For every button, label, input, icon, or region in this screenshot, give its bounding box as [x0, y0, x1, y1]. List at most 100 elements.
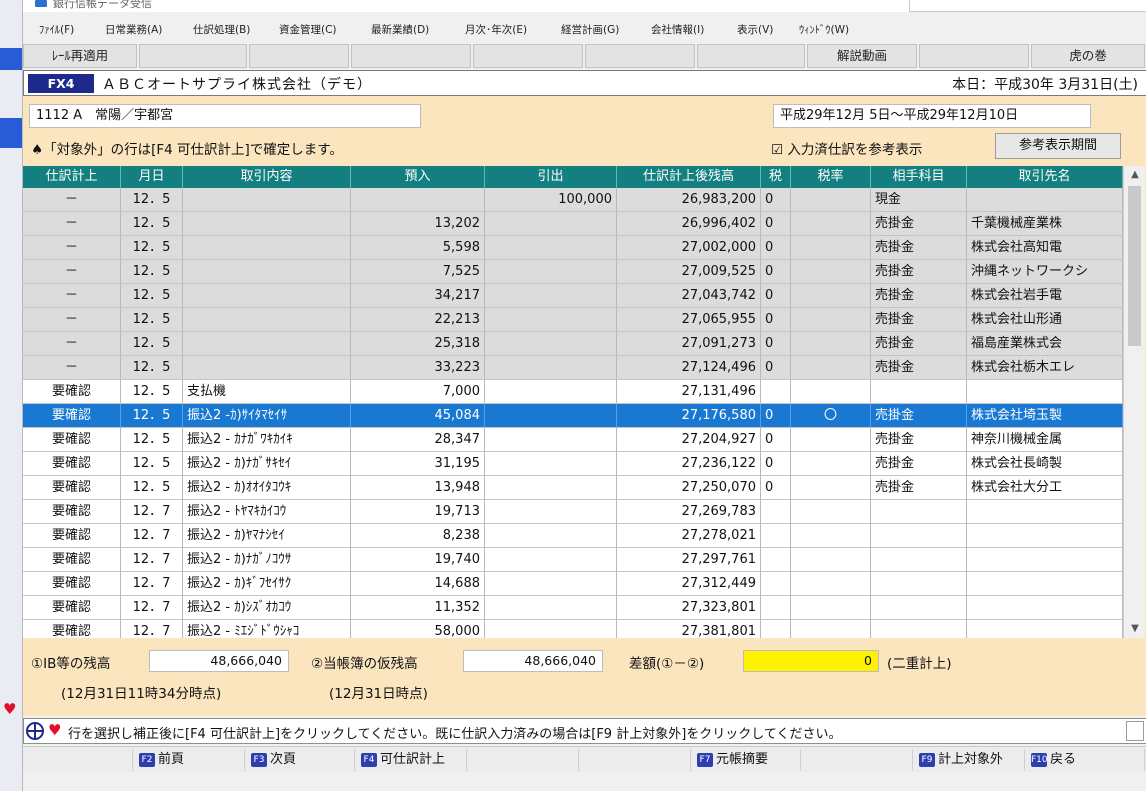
cell-acct[interactable] [871, 500, 967, 524]
cell-acct[interactable] [871, 596, 967, 620]
cell-deposit[interactable]: 11,352 [351, 596, 485, 620]
cell-withdraw[interactable] [485, 620, 617, 638]
cell-acct[interactable]: 売掛金 [871, 212, 967, 236]
cell-withdraw[interactable] [485, 332, 617, 356]
cell-desc[interactable] [183, 188, 351, 212]
cell-partner[interactable]: 株式会社長崎製 [967, 452, 1123, 476]
cell-status[interactable]: － [23, 188, 121, 212]
cell-status[interactable]: 要確認 [23, 572, 121, 596]
cell-deposit[interactable]: 34,217 [351, 284, 485, 308]
menu-monthly[interactable]: 月次･年次(E) [465, 22, 527, 37]
column-header-date[interactable]: 月日 [121, 166, 183, 188]
cell-status[interactable]: 要確認 [23, 620, 121, 638]
cell-acct[interactable] [871, 572, 967, 596]
cell-tax[interactable]: 0 [761, 284, 791, 308]
cell-deposit[interactable]: 25,318 [351, 332, 485, 356]
cell-partner[interactable]: 株式会社岩手電 [967, 284, 1123, 308]
cell-deposit[interactable]: 58,000 [351, 620, 485, 638]
cell-rate[interactable] [791, 548, 871, 572]
cell-date[interactable]: 12．7 [121, 548, 183, 572]
cell-desc[interactable]: 振込2 -ｶ)ｻｲﾀﾏｾｲｻ [183, 404, 351, 428]
period-field[interactable]: 平成29年12月 5日～平成29年12月10日 [773, 104, 1091, 128]
cell-balance[interactable]: 27,381,801 [617, 620, 761, 638]
cell-tax[interactable] [761, 572, 791, 596]
prev-page-button[interactable]: F2 前頁 [135, 749, 245, 771]
cell-partner[interactable] [967, 524, 1123, 548]
cell-balance[interactable]: 27,002,000 [617, 236, 761, 260]
cell-withdraw[interactable] [485, 500, 617, 524]
cell-rate[interactable] [791, 476, 871, 500]
cell-rate[interactable] [791, 428, 871, 452]
cell-status[interactable]: － [23, 308, 121, 332]
cell-status[interactable]: 要確認 [23, 476, 121, 500]
cell-desc[interactable] [183, 284, 351, 308]
cell-rate[interactable] [791, 212, 871, 236]
scroll-thumb[interactable] [1128, 186, 1141, 346]
next-page-button[interactable]: F3 次頁 [247, 749, 355, 771]
cell-partner[interactable] [967, 188, 1123, 212]
cell-date[interactable]: 12．5 [121, 284, 183, 308]
cell-balance[interactable]: 27,312,449 [617, 572, 761, 596]
cell-status[interactable]: － [23, 212, 121, 236]
scroll-down-arrow-icon[interactable]: ▼ [1124, 620, 1146, 638]
cell-withdraw[interactable] [485, 404, 617, 428]
cell-acct[interactable]: 売掛金 [871, 404, 967, 428]
cell-rate[interactable] [791, 500, 871, 524]
cell-partner[interactable] [967, 620, 1123, 638]
cell-tax[interactable] [761, 620, 791, 638]
cell-status[interactable]: 要確認 [23, 452, 121, 476]
cell-date[interactable]: 12．5 [121, 188, 183, 212]
menu-company[interactable]: 会社情報(I) [651, 22, 704, 37]
reapply-rules-button[interactable]: ﾚｰﾙ再適用 [23, 44, 137, 68]
cell-tax[interactable] [761, 524, 791, 548]
cell-withdraw[interactable] [485, 524, 617, 548]
cell-balance[interactable]: 27,009,525 [617, 260, 761, 284]
cell-withdraw[interactable] [485, 452, 617, 476]
cell-date[interactable]: 12．5 [121, 404, 183, 428]
cell-date[interactable]: 12．5 [121, 356, 183, 380]
cell-rate[interactable] [791, 356, 871, 380]
cell-withdraw[interactable] [485, 260, 617, 284]
cell-tax[interactable]: 0 [761, 212, 791, 236]
cell-partner[interactable]: 株式会社大分工 [967, 476, 1123, 500]
column-header-balance[interactable]: 仕訳計上後残高 [617, 166, 761, 188]
menu-daily[interactable]: 日常業務(A) [105, 22, 162, 37]
cell-acct[interactable] [871, 380, 967, 404]
cell-deposit[interactable]: 22,213 [351, 308, 485, 332]
cell-tax[interactable]: 0 [761, 356, 791, 380]
table-row[interactable]: － 12．5 100,000 26,983,200 0 現金 [23, 188, 1123, 212]
table-row[interactable]: 要確認 12．5 振込2 -ｶ)ｻｲﾀﾏｾｲｻ 45,084 27,176,580 0 〇売… [23, 404, 1123, 428]
cell-tax[interactable] [761, 500, 791, 524]
cell-desc[interactable]: 振込2 - ｶ)ｼｽﾞｵｶｺｳ [183, 596, 351, 620]
menu-view[interactable]: 表示(V) [737, 22, 773, 37]
cell-date[interactable]: 12．7 [121, 620, 183, 638]
cell-rate[interactable] [791, 188, 871, 212]
table-row[interactable]: 要確認 12．5 支払機 7,000 27,131,496 [23, 380, 1123, 404]
cell-desc[interactable] [183, 308, 351, 332]
cell-date[interactable]: 12．5 [121, 260, 183, 284]
cell-status[interactable]: 要確認 [23, 548, 121, 572]
cell-acct[interactable]: 売掛金 [871, 452, 967, 476]
cell-status[interactable]: 要確認 [23, 404, 121, 428]
cell-desc[interactable] [183, 236, 351, 260]
cell-withdraw[interactable] [485, 548, 617, 572]
post-journal-button[interactable]: F4 可仕訳計上 [357, 749, 467, 771]
cell-partner[interactable] [967, 596, 1123, 620]
cell-tax[interactable]: 0 [761, 452, 791, 476]
column-header-deposit[interactable]: 預入 [351, 166, 485, 188]
cell-desc[interactable] [183, 356, 351, 380]
cell-withdraw[interactable] [485, 236, 617, 260]
cell-partner[interactable]: 千葉機械産業株 [967, 212, 1123, 236]
cell-partner[interactable] [967, 548, 1123, 572]
menu-window[interactable]: ｳｨﾝﾄﾞｳ(W) [799, 22, 849, 37]
cell-partner[interactable]: 株式会社埼玉製 [967, 404, 1123, 428]
cell-desc[interactable]: 支払機 [183, 380, 351, 404]
menu-results[interactable]: 最新業績(D) [371, 22, 429, 37]
cell-withdraw[interactable]: 100,000 [485, 188, 617, 212]
cell-acct[interactable]: 売掛金 [871, 332, 967, 356]
cell-rate[interactable] [791, 260, 871, 284]
cell-withdraw[interactable] [485, 428, 617, 452]
cell-status[interactable]: 要確認 [23, 428, 121, 452]
table-row[interactable]: 要確認 12．5 振込2 - ｶﾅｶﾞﾜｷｶｲｷ 28,347 27,204,927 0 売… [23, 428, 1123, 452]
cell-desc[interactable]: 振込2 - ｶ)ﾅｶﾞｻｷｾｲ [183, 452, 351, 476]
